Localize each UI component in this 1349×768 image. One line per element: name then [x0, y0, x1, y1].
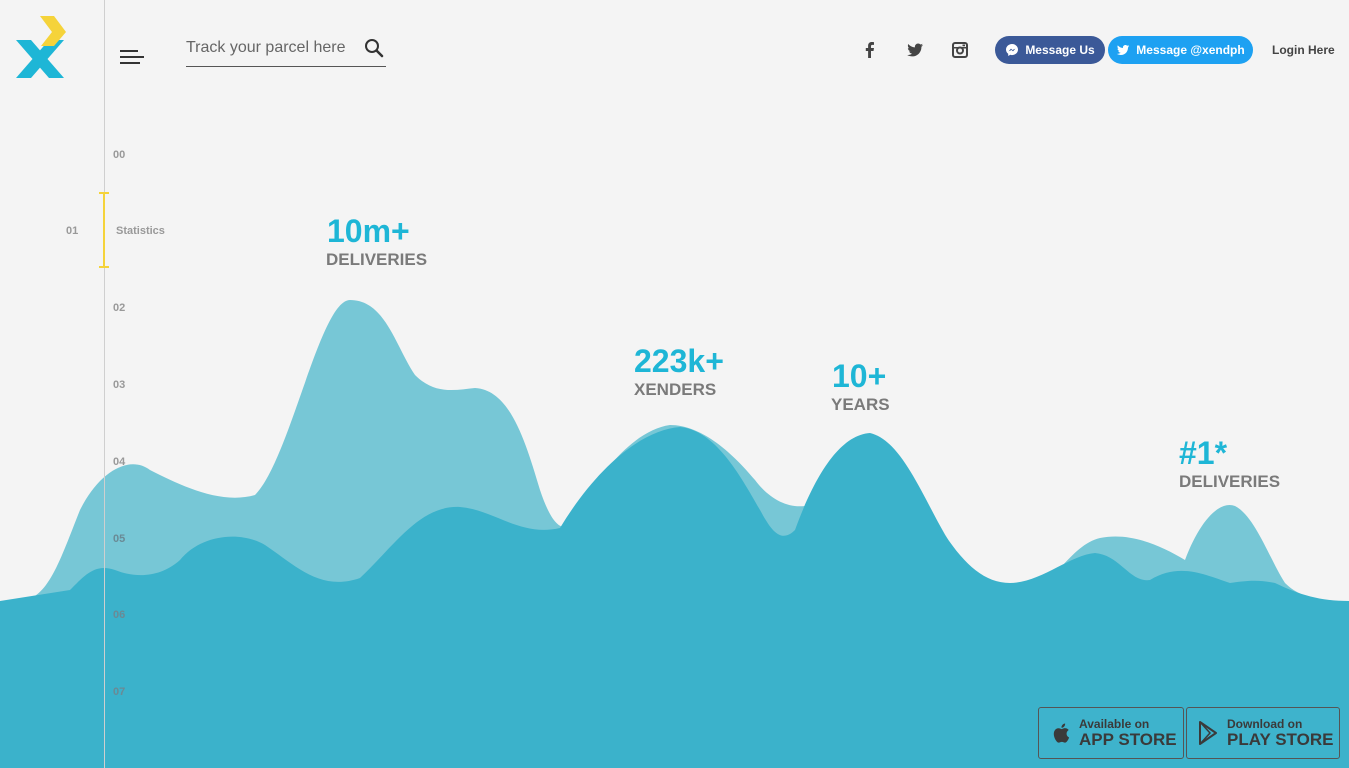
twitter-icon[interactable] — [906, 41, 924, 59]
xend-logo[interactable] — [14, 16, 68, 80]
section-nav-item-05[interactable]: 05 — [113, 533, 125, 545]
apple-icon — [1053, 723, 1070, 743]
stat-years-value: 10+ — [832, 358, 887, 394]
app-store-main-label: APP STORE — [1079, 730, 1177, 749]
active-section-indicator — [99, 192, 109, 268]
search-icon[interactable] — [364, 38, 384, 58]
twitter-message-button[interactable]: Message @xendph — [1108, 36, 1253, 64]
stat-years-label: YEARS — [831, 395, 890, 414]
parcel-search — [186, 36, 386, 67]
app-store-button[interactable]: Available on APP STORE — [1038, 707, 1184, 759]
play-store-button[interactable]: Download on PLAY STORE — [1186, 707, 1340, 759]
stat-rank-label: DELIVERIES — [1179, 472, 1281, 491]
section-nav-item-01[interactable]: 01 — [66, 225, 78, 237]
section-divider-line — [104, 0, 105, 768]
menu-icon[interactable] — [120, 50, 144, 66]
section-nav-item-04[interactable]: 04 — [113, 456, 125, 468]
active-section-label[interactable]: Statistics — [116, 225, 165, 237]
section-nav-item-06[interactable]: 06 — [113, 609, 125, 621]
facebook-icon[interactable] — [861, 41, 879, 59]
stat-rank-value: #1* — [1179, 435, 1228, 471]
play-store-main-label: PLAY STORE — [1227, 730, 1334, 749]
stat-xenders-label: XENDERS — [634, 380, 717, 399]
instagram-icon[interactable] — [951, 41, 969, 59]
play-store-icon — [1199, 721, 1217, 745]
section-nav-item-02[interactable]: 02 — [113, 302, 125, 314]
section-nav-item-07[interactable]: 07 — [113, 686, 125, 698]
messenger-icon — [1006, 44, 1019, 56]
stat-deliveries-value: 10m+ — [327, 213, 410, 249]
twitter-button-label: Message @xendph — [1136, 43, 1245, 57]
login-link[interactable]: Login Here — [1272, 43, 1335, 57]
stat-xenders-value: 223k+ — [634, 343, 724, 379]
messenger-button[interactable]: Message Us — [995, 36, 1105, 64]
twitter-bird-icon — [1117, 44, 1130, 55]
app-store-top-label: Available on — [1079, 717, 1150, 731]
section-nav-item-00[interactable]: 00 — [113, 149, 125, 161]
play-store-top-label: Download on — [1227, 717, 1303, 731]
messenger-button-label: Message Us — [1025, 43, 1095, 57]
parcel-search-input[interactable] — [186, 36, 356, 60]
section-nav-item-03[interactable]: 03 — [113, 379, 125, 391]
stat-deliveries-label: DELIVERIES — [326, 250, 428, 269]
